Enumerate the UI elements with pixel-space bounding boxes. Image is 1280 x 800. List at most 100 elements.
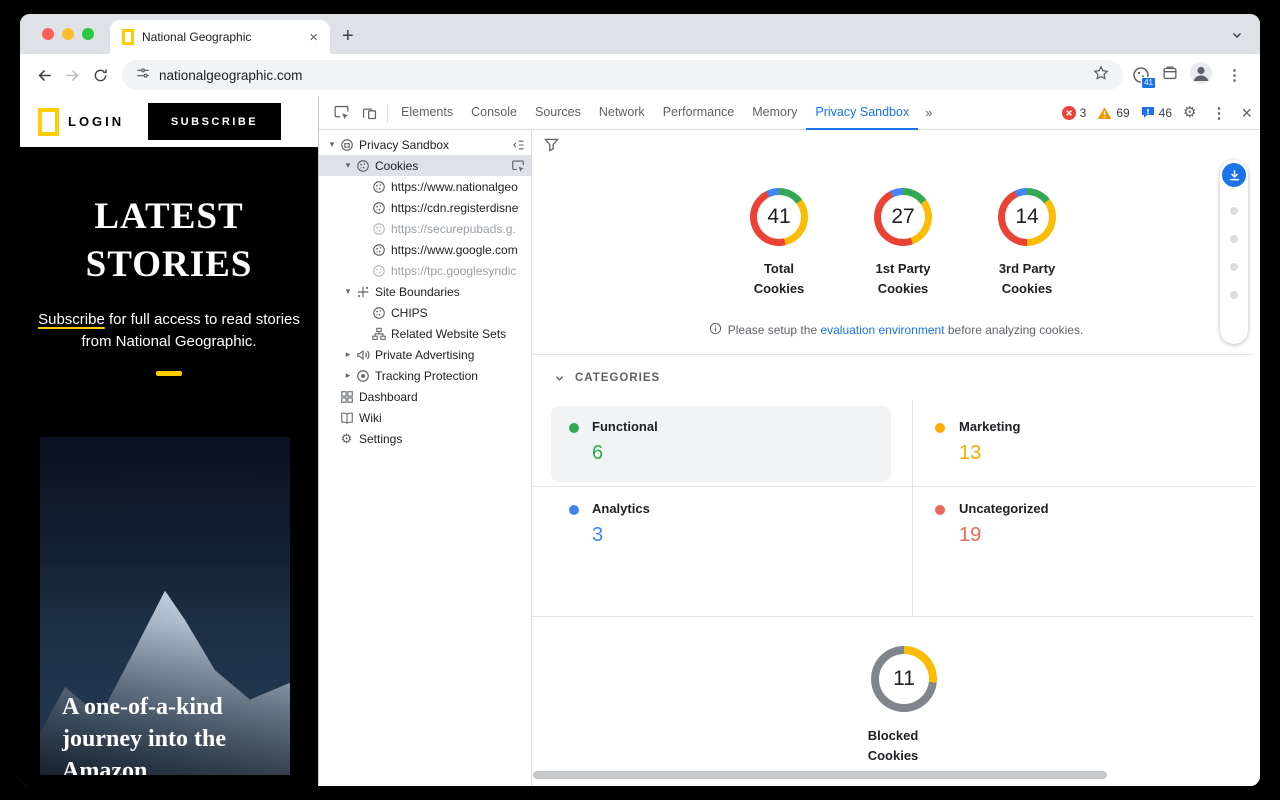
privacy-sandbox-tree: ▾Privacy Sandbox▾Cookieshttps://www.nati… bbox=[319, 130, 532, 786]
browser-tab[interactable]: National Geographic × bbox=[110, 20, 330, 54]
yellow-divider bbox=[156, 371, 182, 376]
close-window-button[interactable] bbox=[42, 28, 54, 40]
natgeo-body: LATEST STORIES Subscribe for full access… bbox=[20, 147, 318, 786]
natgeo-logo-icon[interactable] bbox=[38, 108, 59, 136]
devtools-body: ▾Privacy Sandbox▾Cookieshttps://www.nati… bbox=[319, 130, 1260, 786]
more-tabs-button[interactable]: » bbox=[918, 105, 939, 120]
category-functional-label[interactable]: Functional bbox=[592, 419, 658, 434]
login-link[interactable]: LOGIN bbox=[68, 114, 124, 129]
section-nav-dot[interactable] bbox=[1230, 207, 1238, 215]
site-settings-icon[interactable] bbox=[136, 66, 150, 85]
issues-badge[interactable]: 46 bbox=[1141, 106, 1172, 120]
issues-icon bbox=[1141, 106, 1155, 119]
tree-item-label: https://www.google.com bbox=[391, 243, 518, 257]
privacy-sandbox-icon bbox=[339, 137, 354, 152]
device-toolbar-button[interactable] bbox=[355, 99, 383, 127]
subscribe-button[interactable]: SUBSCRIBE bbox=[148, 103, 281, 140]
uncategorized-dot-icon bbox=[935, 505, 945, 515]
tree-expanded-arrow-icon[interactable]: ▾ bbox=[341, 286, 355, 297]
download-report-button[interactable] bbox=[1222, 163, 1246, 187]
tab-performance[interactable]: Performance bbox=[654, 96, 744, 130]
warning-badge[interactable]: 69 bbox=[1097, 106, 1129, 120]
forward-button[interactable] bbox=[58, 61, 86, 89]
setup-note: Please setup the evaluation environment … bbox=[532, 322, 1260, 338]
tree-collapsed-arrow-icon[interactable]: ▸ bbox=[341, 370, 355, 381]
maximize-window-button[interactable] bbox=[82, 28, 94, 40]
reload-button[interactable] bbox=[86, 61, 114, 89]
bookmark-star-icon[interactable] bbox=[1093, 65, 1109, 86]
tree-item-private-advertising[interactable]: ▸Private Advertising bbox=[319, 344, 531, 365]
category-marketing-count: 13 bbox=[959, 442, 981, 465]
cookie-icon bbox=[371, 221, 386, 236]
cookie-extension-button[interactable]: 41 bbox=[1131, 65, 1151, 85]
total-cookies-donut: 41 bbox=[750, 188, 808, 246]
first-party-cookies-label: 1st PartyCookies bbox=[845, 259, 961, 299]
tree-item-url-googlesyndication[interactable]: https://tpc.googlesyndic bbox=[319, 260, 531, 281]
subscribe-promo-text: Subscribe for full access to read storie… bbox=[34, 309, 304, 353]
tab-elements[interactable]: Elements bbox=[392, 96, 462, 130]
window-content: LOGIN SUBSCRIBE LATEST STORIES Subscribe… bbox=[20, 96, 1260, 786]
tree-item-url-google[interactable]: https://www.google.com bbox=[319, 239, 531, 260]
tree-item-privacy-sandbox[interactable]: ▾Privacy Sandbox bbox=[319, 134, 531, 155]
tree-item-site-boundaries[interactable]: ▾Site Boundaries bbox=[319, 281, 531, 302]
tab-network[interactable]: Network bbox=[590, 96, 654, 130]
tree-collapsed-arrow-icon[interactable]: ▸ bbox=[341, 349, 355, 360]
inspect-icon[interactable] bbox=[511, 159, 531, 173]
devtools-settings-icon[interactable]: ⚙ bbox=[1183, 105, 1196, 120]
tree-item-label: Cookies bbox=[375, 159, 418, 173]
tab-memory[interactable]: Memory bbox=[743, 96, 806, 130]
tree-item-tracking-protection[interactable]: ▸Tracking Protection bbox=[319, 365, 531, 386]
tree-item-related-website-sets[interactable]: Related Website Sets bbox=[319, 323, 531, 344]
category-marketing-label[interactable]: Marketing bbox=[959, 419, 1020, 434]
third-party-cookies-value: 14 bbox=[998, 188, 1056, 246]
new-tab-button[interactable]: + bbox=[330, 25, 366, 54]
tab-close-icon[interactable]: × bbox=[305, 29, 322, 46]
tree-item-wiki[interactable]: Wiki bbox=[319, 407, 531, 428]
tree-item-url-registerdisney[interactable]: https://cdn.registerdisne bbox=[319, 197, 531, 218]
sitemap-icon bbox=[371, 326, 386, 341]
tree-expanded-arrow-icon[interactable]: ▾ bbox=[341, 160, 355, 171]
extensions-button[interactable] bbox=[1161, 64, 1179, 87]
browser-menu-icon[interactable]: ⋮ bbox=[1223, 66, 1246, 84]
devtools-close-icon[interactable]: × bbox=[1241, 104, 1252, 122]
tab-privacy-sandbox[interactable]: Privacy Sandbox bbox=[806, 96, 918, 130]
minimize-window-button[interactable] bbox=[62, 28, 74, 40]
address-bar[interactable]: nationalgeographic.com bbox=[122, 60, 1123, 90]
section-nav-dot[interactable] bbox=[1230, 263, 1238, 271]
tree-item-url-securepubads[interactable]: https://securepubads.g. bbox=[319, 218, 531, 239]
error-badge[interactable]: 3 bbox=[1062, 106, 1087, 120]
tree-item-settings[interactable]: ⚙Settings bbox=[319, 428, 531, 449]
devtools-menu-icon[interactable]: ⋮ bbox=[1207, 104, 1230, 122]
category-analytics-label[interactable]: Analytics bbox=[592, 501, 650, 516]
tab-search-chevron-icon[interactable] bbox=[1226, 24, 1248, 46]
back-button[interactable] bbox=[30, 61, 58, 89]
url-text: nationalgeographic.com bbox=[159, 68, 1084, 83]
collapse-panel-icon[interactable] bbox=[511, 138, 531, 152]
filter-icon[interactable] bbox=[544, 137, 559, 157]
first-party-cookies-donut: 27 bbox=[874, 188, 932, 246]
inspect-element-button[interactable] bbox=[327, 99, 355, 127]
tree-item-chips[interactable]: CHIPS bbox=[319, 302, 531, 323]
first-party-cookies-stat: 27 1st PartyCookies bbox=[845, 188, 961, 299]
tree-item-cookies[interactable]: ▾ Cookies bbox=[319, 155, 531, 176]
tree-item-url-nationalgeographic[interactable]: https://www.nationalgeo bbox=[319, 176, 531, 197]
subscribe-link[interactable]: Subscribe bbox=[38, 311, 105, 328]
marketing-dot-icon bbox=[935, 423, 945, 433]
tree-expanded-arrow-icon[interactable]: ▾ bbox=[325, 139, 339, 150]
horizontal-scrollbar[interactable] bbox=[533, 771, 1107, 779]
tree-item-dashboard[interactable]: Dashboard bbox=[319, 386, 531, 407]
categories-header[interactable]: CATEGORIES bbox=[554, 372, 660, 384]
cookie-icon bbox=[371, 200, 386, 215]
hero-image[interactable]: A one-of-a-kind journey into the Amazon bbox=[40, 437, 290, 775]
section-nav-dot[interactable] bbox=[1230, 235, 1238, 243]
tree-item-label: https://www.nationalgeo bbox=[391, 180, 518, 194]
tab-strip: National Geographic × + bbox=[20, 14, 1260, 54]
section-nav-dot[interactable] bbox=[1230, 291, 1238, 299]
profile-avatar[interactable] bbox=[1189, 61, 1213, 90]
tab-console[interactable]: Console bbox=[462, 96, 526, 130]
evaluation-environment-link[interactable]: evaluation environment bbox=[820, 323, 944, 337]
hero-title: A one-of-a-kind journey into the Amazon bbox=[62, 691, 226, 775]
tab-sources[interactable]: Sources bbox=[526, 96, 590, 130]
category-uncategorized-label[interactable]: Uncategorized bbox=[959, 501, 1049, 516]
privacy-sandbox-main: 41 TotalCookies 27 1st PartyCookies bbox=[532, 130, 1260, 786]
